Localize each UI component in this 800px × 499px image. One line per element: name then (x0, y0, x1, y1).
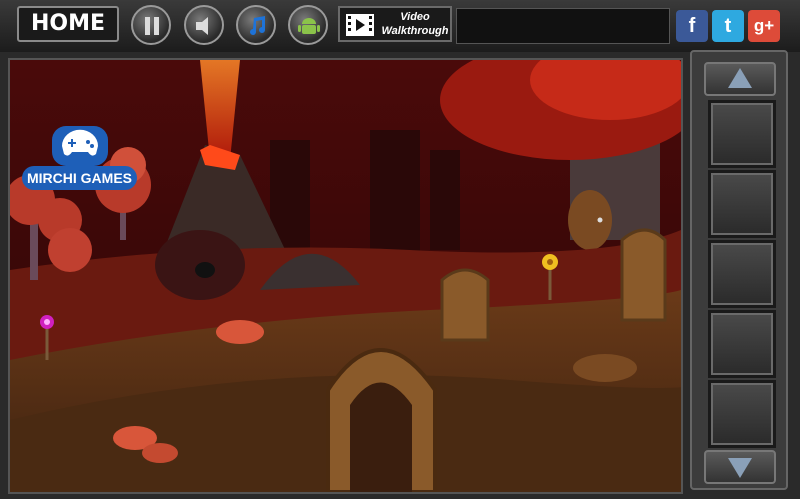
inventory-panel (690, 50, 788, 490)
music-note-icon (250, 16, 265, 35)
video-label: Video (400, 11, 430, 23)
logo-label: MIRCHI GAMES (22, 166, 137, 190)
inventory-slot-5[interactable] (708, 380, 776, 448)
pause-icon (145, 17, 159, 35)
inventory-scroll-up-button[interactable] (704, 62, 776, 96)
video-walkthrough-label: Video Walkthrough (380, 10, 450, 38)
mirchi-games-logo[interactable]: MIRCHI GAMES (22, 122, 137, 194)
game-scene[interactable]: MIRCHI GAMES (8, 58, 683, 494)
inventory-slot-1[interactable] (708, 100, 776, 168)
arrow-up-icon (728, 68, 752, 88)
dirt-mound[interactable] (573, 354, 637, 382)
pause-button[interactable] (131, 5, 171, 45)
walkthrough-label: Walkthrough (381, 25, 449, 37)
speaker-icon (196, 17, 208, 35)
video-walkthrough-button[interactable]: Video Walkthrough (338, 6, 452, 42)
inventory-scroll-down-button[interactable] (704, 450, 776, 484)
top-toolbar: HOME Video Walkthrough f t g+ (0, 0, 800, 52)
facebook-button[interactable]: f (676, 10, 708, 42)
sound-button[interactable] (184, 5, 224, 45)
film-icon (346, 14, 374, 36)
home-button[interactable]: HOME (17, 6, 119, 42)
gamepad-icon (52, 126, 108, 166)
googleplus-button[interactable]: g+ (748, 10, 780, 42)
android-icon (298, 18, 320, 34)
music-button[interactable] (236, 5, 276, 45)
inventory-slot-2[interactable] (708, 170, 776, 238)
inventory-slot-3[interactable] (708, 240, 776, 308)
blank-banner-area (456, 8, 670, 44)
android-button[interactable] (288, 5, 328, 45)
twitter-button[interactable]: t (712, 10, 744, 42)
arrow-down-icon (728, 458, 752, 478)
stone-archway[interactable] (326, 348, 437, 492)
inventory-slot-4[interactable] (708, 310, 776, 378)
